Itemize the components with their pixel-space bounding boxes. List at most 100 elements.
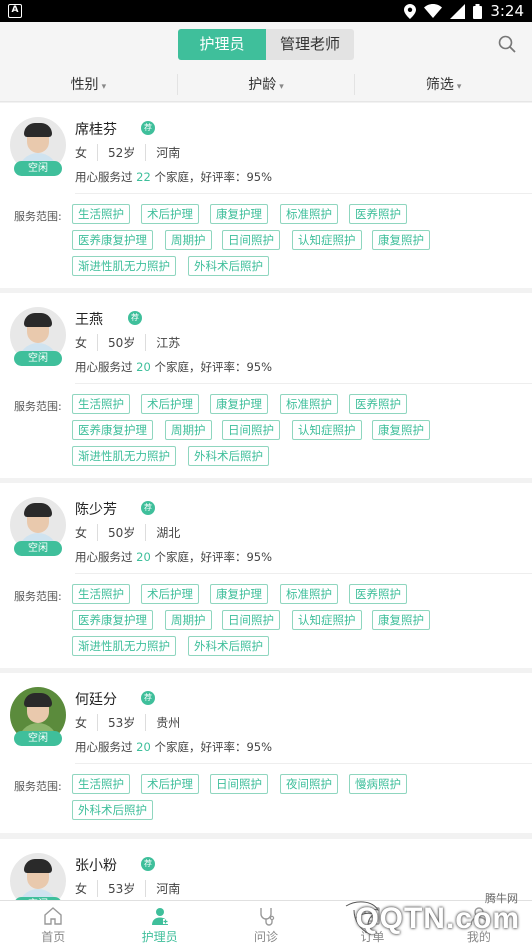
- service-tag[interactable]: 标准照护: [280, 394, 338, 414]
- service-tag[interactable]: 渐进性肌无力照护: [72, 636, 176, 656]
- caregiver-name: 王燕: [75, 312, 103, 328]
- caregiver-card[interactable]: 空闲 陈少芳 荐女 50岁 湖北 用心服务过 20 个家庭，好评率：95% 服务范围: 生活照…: [0, 483, 532, 668]
- avatar-hair: [24, 693, 52, 707]
- service-tag[interactable]: 标准照护: [280, 584, 338, 604]
- service-prefix: 用心服务过: [75, 170, 133, 184]
- meta-gender: 女: [75, 526, 88, 540]
- recommend-badge: 荐: [141, 691, 155, 705]
- caregiver-card[interactable]: 空闲 席桂芬 荐女 52岁 河南 用心服务过 22 个家庭，好评率：95% 服务范围: 生活照…: [0, 103, 532, 288]
- service-tag[interactable]: 认知症照护: [292, 610, 362, 630]
- status-badge: 空闲: [14, 731, 62, 746]
- service-summary: 用心服务过 20 个家庭，好评率：95%: [75, 359, 272, 375]
- divider: [75, 573, 532, 574]
- meta-province: 河南: [145, 880, 190, 897]
- service-tag[interactable]: 康复照护: [372, 420, 430, 440]
- service-summary: 用心服务过 20 个家庭，好评率：95%: [75, 549, 272, 565]
- meta-age: 52岁: [97, 144, 145, 161]
- filter-more[interactable]: 筛选 ▾: [355, 68, 532, 101]
- caregiver-name: 陈少芳: [75, 502, 117, 518]
- service-tag[interactable]: 康复护理: [210, 204, 268, 224]
- service-tag[interactable]: 医养照护: [349, 394, 407, 414]
- service-tag[interactable]: 生活照护: [72, 774, 130, 794]
- divider: [75, 763, 532, 764]
- service-tag[interactable]: 周期护: [165, 420, 212, 440]
- filter-bar: 性别 ▾ 护龄 ▾ 筛选 ▾: [0, 68, 532, 102]
- watermark-text: QQTN.com: [355, 902, 520, 935]
- caregiver-name: 席桂芬: [75, 122, 117, 138]
- meta-province: 江苏: [145, 334, 190, 351]
- avatar-hair: [24, 313, 52, 327]
- service-tag[interactable]: 慢病照护: [349, 774, 407, 794]
- service-suffix: 个家庭，好评率：95%: [154, 740, 273, 754]
- meta-age: 50岁: [97, 334, 145, 351]
- service-tag[interactable]: 周期护: [165, 230, 212, 250]
- service-prefix: 用心服务过: [75, 360, 133, 374]
- tab-consult[interactable]: 问诊: [213, 901, 319, 946]
- filter-gender-label: 性别: [70, 77, 99, 93]
- service-tag[interactable]: 医养康复护理: [72, 230, 153, 250]
- tab-caregivers[interactable]: 护理员: [106, 901, 212, 946]
- meta-age: 50岁: [97, 524, 145, 541]
- service-tag[interactable]: 外科术后照护: [72, 800, 153, 820]
- service-tag[interactable]: 术后护理: [141, 204, 199, 224]
- service-tag[interactable]: 夜间照护: [280, 774, 338, 794]
- signal-icon: [450, 3, 466, 19]
- service-tag[interactable]: 外科术后照护: [188, 256, 269, 276]
- service-tag[interactable]: 渐进性肌无力照护: [72, 256, 176, 276]
- service-tag[interactable]: 渐进性肌无力照护: [72, 446, 176, 466]
- service-tag[interactable]: 周期护: [165, 610, 212, 630]
- service-tag[interactable]: 医养照护: [349, 584, 407, 604]
- service-tag[interactable]: 认知症照护: [292, 230, 362, 250]
- service-tag[interactable]: 术后护理: [141, 394, 199, 414]
- service-tag[interactable]: 康复照护: [372, 610, 430, 630]
- service-tag[interactable]: 术后护理: [141, 584, 199, 604]
- service-tag[interactable]: 康复照护: [372, 230, 430, 250]
- filter-gender[interactable]: 性别 ▾: [0, 68, 177, 101]
- service-scope-label: 服务范围:: [14, 400, 62, 413]
- avatar-hair: [24, 123, 52, 137]
- service-tag[interactable]: 医养照护: [349, 204, 407, 224]
- status-badge: 空闲: [14, 351, 62, 366]
- service-tag[interactable]: 生活照护: [72, 584, 130, 604]
- recommend-badge: 荐: [141, 857, 155, 871]
- caregiver-card[interactable]: 空闲 何廷分 荐女 53岁 贵州 用心服务过 20 个家庭，好评率：95% 服务范围: 生活照…: [0, 673, 532, 833]
- nurse-icon: [151, 908, 168, 925]
- tab-caregivers-label: 护理员: [141, 930, 178, 944]
- avatar-hair: [24, 859, 52, 873]
- search-icon[interactable]: [498, 35, 516, 53]
- tab-caregiver[interactable]: 护理员: [178, 29, 266, 60]
- families-count: 20: [136, 360, 151, 374]
- service-tag[interactable]: 生活照护: [72, 394, 130, 414]
- meta-province: 湖北: [145, 524, 190, 541]
- service-tag[interactable]: 日间照护: [222, 610, 280, 630]
- recommend-badge: 荐: [128, 311, 142, 325]
- tab-home[interactable]: 首页: [0, 901, 106, 946]
- caregiver-card[interactable]: 空闲 王燕 荐女 50岁 江苏 用心服务过 20 个家庭，好评率：95% 服务范围: 生活照护…: [0, 293, 532, 478]
- filter-experience[interactable]: 护龄 ▾: [176, 74, 356, 95]
- meta-province: 河南: [145, 144, 190, 161]
- service-tag[interactable]: 外科术后照护: [188, 636, 269, 656]
- service-tag[interactable]: 医养康复护理: [72, 610, 153, 630]
- tab-manager[interactable]: 管理老师: [266, 29, 354, 60]
- service-tag[interactable]: 医养康复护理: [72, 420, 153, 440]
- service-tag[interactable]: 标准照护: [280, 204, 338, 224]
- service-tag[interactable]: 日间照护: [222, 230, 280, 250]
- service-prefix: 用心服务过: [75, 740, 133, 754]
- status-badge: 空闲: [14, 161, 62, 176]
- service-summary: 用心服务过 22 个家庭，好评率：95%: [75, 169, 272, 185]
- chevron-down-icon: ▾: [101, 82, 107, 92]
- service-tag[interactable]: 认知症照护: [292, 420, 362, 440]
- meta-gender: 女: [75, 146, 88, 160]
- caregiver-meta: 女 53岁 贵州: [75, 714, 190, 731]
- service-suffix: 个家庭，好评率：95%: [154, 550, 273, 564]
- service-tag[interactable]: 康复护理: [210, 584, 268, 604]
- recommend-badge: 荐: [141, 121, 155, 135]
- service-tag[interactable]: 外科术后照护: [188, 446, 269, 466]
- service-tag[interactable]: 日间照护: [222, 420, 280, 440]
- clock: 3:24: [490, 2, 524, 20]
- service-tag[interactable]: 生活照护: [72, 204, 130, 224]
- meta-gender: 女: [75, 882, 88, 896]
- service-tag[interactable]: 术后护理: [141, 774, 199, 794]
- service-tag[interactable]: 日间照护: [210, 774, 268, 794]
- service-tag[interactable]: 康复护理: [210, 394, 268, 414]
